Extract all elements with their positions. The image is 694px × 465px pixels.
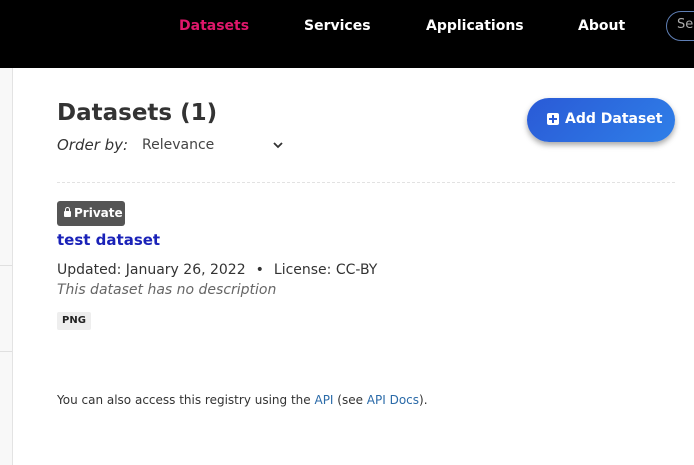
lock-icon xyxy=(64,207,71,217)
order-by-select[interactable]: Relevance xyxy=(142,137,214,153)
dataset-title-link[interactable]: test dataset xyxy=(57,231,160,249)
api-docs-link[interactable]: API Docs xyxy=(367,393,419,407)
private-badge: Private xyxy=(57,201,125,226)
nav-services[interactable]: Services xyxy=(304,18,371,34)
chevron-down-icon[interactable] xyxy=(273,140,283,150)
sidebar-divider xyxy=(0,351,12,352)
nav-applications[interactable]: Applications xyxy=(426,18,524,34)
plus-square-icon xyxy=(547,113,559,125)
nav-datasets[interactable]: Datasets xyxy=(179,18,249,34)
add-dataset-label: Add Dataset xyxy=(565,111,663,127)
dataset-description: This dataset has no description xyxy=(57,282,277,298)
page-title: Datasets (1) xyxy=(57,100,218,126)
api-note-middle: (see xyxy=(333,393,367,407)
license: License: CC-BY xyxy=(273,262,378,278)
sidebar-divider xyxy=(0,265,12,266)
private-badge-label: Private xyxy=(74,206,123,220)
api-note: You can also access this registry using … xyxy=(57,393,428,407)
order-by-label: Order by: xyxy=(57,136,129,154)
top-navbar: Datasets Services Applications About Se xyxy=(0,0,694,68)
updated-date: Updated: January 26, 2022 xyxy=(57,262,246,278)
api-link[interactable]: API xyxy=(314,393,333,407)
add-dataset-button[interactable]: Add Dataset xyxy=(527,98,675,142)
search-input[interactable]: Se xyxy=(666,11,694,41)
meta-separator: • xyxy=(255,262,264,278)
api-note-prefix: You can also access this registry using … xyxy=(57,393,315,407)
format-badge[interactable]: PNG xyxy=(57,312,91,330)
dataset-meta: Updated: January 26, 2022 • License: CC-BY xyxy=(57,262,377,278)
sidebar xyxy=(0,68,13,465)
nav-about[interactable]: About xyxy=(578,18,625,34)
divider xyxy=(57,182,675,183)
api-note-suffix: ). xyxy=(419,393,428,407)
